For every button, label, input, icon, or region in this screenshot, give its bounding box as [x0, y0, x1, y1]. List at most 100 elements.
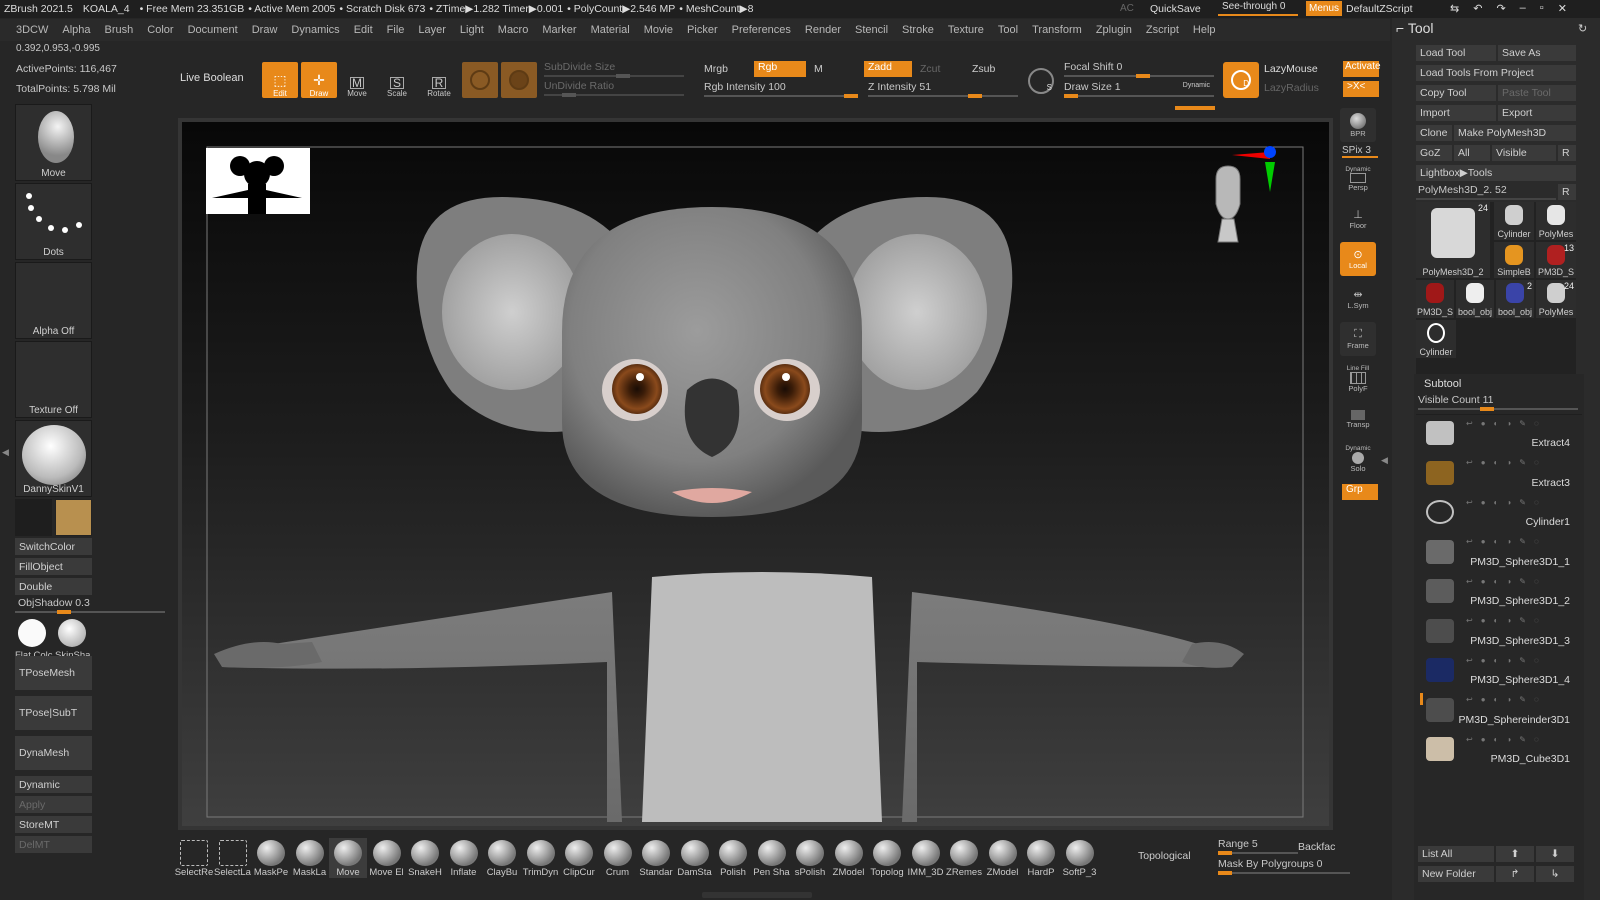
current-tool-slider[interactable]: PolyMesh3D_2. 52 — [1416, 184, 1556, 200]
rotate-mode-button[interactable]: R Rotate — [422, 64, 456, 98]
layout-icon[interactable]: ⇆ — [1450, 2, 1459, 16]
brush-button[interactable]: SnakeH — [406, 838, 444, 878]
subtool-row[interactable]: ↩ ● ◐ ◑ ✎ ◌ PM3D_Sphere3D1_4 — [1416, 652, 1582, 691]
brush-button[interactable]: Move El — [368, 838, 406, 878]
brush-button[interactable]: ClipCur — [560, 838, 598, 878]
subtool-toggle-icon[interactable]: ● — [1481, 656, 1486, 665]
menu-layer[interactable]: Layer — [418, 24, 446, 36]
append-icon[interactable]: ↳ — [1536, 866, 1574, 882]
list-all-button[interactable]: List All — [1418, 846, 1494, 862]
subtool-toggle-icon[interactable]: ◌ — [1534, 616, 1539, 625]
backface-toggle[interactable]: Backfac — [1298, 841, 1335, 853]
mrgb-button[interactable]: Mrgb — [704, 63, 728, 75]
menu-file[interactable]: File — [387, 24, 405, 36]
topological-toggle[interactable]: Topological — [1138, 850, 1191, 862]
range-slider[interactable]: Range 5 — [1218, 838, 1298, 855]
zadd-button[interactable]: Zadd — [864, 61, 912, 77]
load-tool-button[interactable]: Load Tool — [1416, 45, 1496, 61]
subtool-toggle-icon[interactable]: ◐ — [1494, 537, 1499, 546]
subtool-toggle-icon[interactable]: ◌ — [1534, 537, 1539, 546]
menu-texture[interactable]: Texture — [948, 24, 984, 36]
brush-button[interactable]: Crum — [599, 838, 637, 878]
main-color-swatch[interactable] — [55, 499, 92, 536]
transp-button[interactable]: Transp — [1340, 402, 1376, 436]
brush-button[interactable]: DamSta — [676, 838, 714, 878]
menu-movie[interactable]: Movie — [644, 24, 673, 36]
zcut-button[interactable]: Zcut — [920, 63, 940, 75]
goz-r-button[interactable]: R — [1558, 145, 1576, 161]
tool-thumb[interactable]: Cylinder — [1416, 320, 1456, 358]
gizmo-button[interactable] — [501, 62, 537, 98]
rgb-intensity-slider[interactable]: Rgb Intensity 100 — [704, 81, 858, 98]
draw-size-slider[interactable]: Draw Size 1 Dynamic — [1064, 81, 1214, 98]
tool-thumb[interactable]: PM3D_S 13 — [1536, 242, 1576, 278]
bottom-tray-handle[interactable] — [702, 892, 812, 898]
right-tray-arrow-icon[interactable]: ◀ — [1381, 455, 1388, 466]
brush-button[interactable]: SoftP_3 — [1061, 838, 1099, 878]
menu-stencil[interactable]: Stencil — [855, 24, 888, 36]
live-boolean-toggle[interactable]: Live Boolean — [180, 72, 244, 84]
xc-symmetry-button[interactable]: >X< — [1343, 81, 1379, 97]
menu-marker[interactable]: Marker — [542, 24, 576, 36]
move-mode-button[interactable]: M Move — [342, 64, 372, 98]
tool-thumb[interactable]: Cylinder — [1494, 202, 1534, 240]
focal-shift-slider[interactable]: Focal Shift 0 — [1064, 61, 1214, 78]
undo-icon[interactable]: ↶ — [1473, 2, 1482, 16]
del-mt-button[interactable]: DelMT — [15, 836, 92, 853]
maximize-icon[interactable]: ▫ — [1540, 2, 1544, 16]
menu-document[interactable]: Document — [188, 24, 238, 36]
brush-button[interactable]: SelectLa — [214, 838, 252, 878]
subtool-toggle-icon[interactable]: ◌ — [1534, 577, 1539, 586]
load-tools-from-project-button[interactable]: Load Tools From Project — [1416, 65, 1576, 81]
tpose-mesh-button[interactable]: TPoseMesh — [15, 656, 92, 690]
subtool-toggle-icon[interactable]: ● — [1481, 735, 1486, 744]
subtool-toggle-icon[interactable]: ◑ — [1506, 419, 1511, 428]
brush-button[interactable]: ClayBu — [483, 838, 521, 878]
brush-selector[interactable]: Move — [15, 104, 92, 181]
tool-thumb[interactable]: SimpleB — [1494, 242, 1534, 278]
subtool-toggle-icon[interactable]: ↩ — [1466, 695, 1473, 704]
menu-zscript[interactable]: Zscript — [1146, 24, 1179, 36]
subtool-toggle-icon[interactable]: ↩ — [1466, 537, 1473, 546]
paste-tool-button[interactable]: Paste Tool — [1498, 85, 1576, 101]
goz-visible-button[interactable]: Visible — [1492, 145, 1556, 161]
close-icon[interactable]: ✕ — [1558, 2, 1567, 16]
subtool-toggle-icon[interactable]: ◑ — [1506, 695, 1511, 704]
subtool-row[interactable]: ↩ ● ◐ ◑ ✎ ◌ Extract3 — [1416, 455, 1582, 494]
menu-render[interactable]: Render — [805, 24, 841, 36]
menu-color[interactable]: Color — [147, 24, 173, 36]
menus-button[interactable]: Menus — [1306, 1, 1342, 16]
persp-button[interactable]: Dynamic Persp — [1340, 162, 1376, 196]
material-selector[interactable]: DannySkinV1 — [15, 420, 92, 497]
lazymouse-button[interactable]: LazyMouse — [1264, 63, 1318, 75]
new-folder-button[interactable]: New Folder — [1418, 866, 1494, 882]
brush-button[interactable]: ZRemes — [945, 838, 983, 878]
tool-thumb[interactable]: bool_obj 2 — [1496, 280, 1534, 318]
subtool-toggle-icon[interactable]: ↩ — [1466, 419, 1473, 428]
fill-object-button[interactable]: FillObject — [15, 558, 92, 575]
objshadow-slider[interactable]: ObjShadow 0.3 — [15, 597, 165, 614]
brush-button[interactable]: Inflate — [445, 838, 483, 878]
left-tray-arrow-icon[interactable]: ◀ — [2, 447, 9, 467]
import-button[interactable]: Import — [1416, 105, 1496, 121]
subtool-toggle-icon[interactable]: ● — [1481, 695, 1486, 704]
subtool-toggle-icon[interactable]: ✎ — [1519, 419, 1526, 428]
local-button[interactable]: ⊙ Local — [1340, 242, 1376, 276]
menu-transform[interactable]: Transform — [1032, 24, 1082, 36]
subtool-toggle-icon[interactable]: ◌ — [1534, 498, 1539, 507]
subtool-toggle-icon[interactable]: ● — [1481, 458, 1486, 467]
floor-button[interactable]: ⊥ Floor — [1340, 202, 1376, 236]
subtool-scroll-indicator[interactable] — [1420, 693, 1423, 705]
see-through-slider[interactable]: See-through 0 — [1218, 1, 1298, 16]
subdivide-size-slider[interactable]: SubDivide Size — [544, 61, 684, 78]
menu-light[interactable]: Light — [460, 24, 484, 36]
palette-dock-icon[interactable]: ↻ — [1578, 22, 1587, 35]
default-zscript[interactable]: DefaultZScript — [1346, 3, 1413, 15]
menu-brush[interactable]: Brush — [105, 24, 134, 36]
brush-button[interactable]: ZModel — [830, 838, 868, 878]
store-mt-button[interactable]: StoreMT — [15, 816, 92, 833]
dynamic-size-label[interactable]: Dynamic — [1183, 82, 1210, 89]
brush-button[interactable]: Move — [329, 838, 367, 878]
subtool-toggle-icon[interactable]: ✎ — [1519, 695, 1526, 704]
menu-alpha[interactable]: Alpha — [62, 24, 90, 36]
